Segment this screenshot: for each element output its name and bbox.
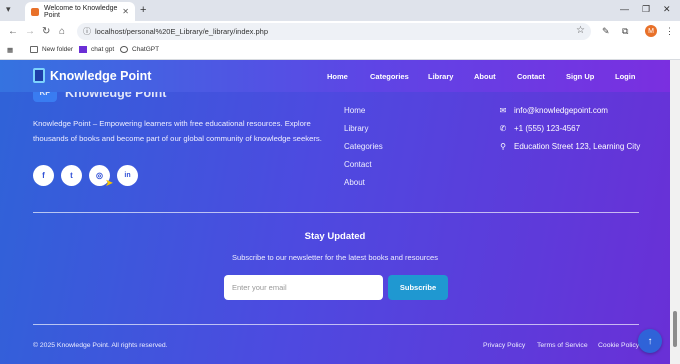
contact-phone: ✆ +1 (555) 123-4567 <box>499 124 581 133</box>
bookmarks-bar: ▦ New folder chat gpt ChatGPT <box>0 42 680 60</box>
nav-login[interactable]: Login <box>615 72 635 81</box>
site-navbar: Knowledge Point Home Categories Library … <box>0 60 670 92</box>
close-tab-icon[interactable]: ✕ <box>122 7 129 16</box>
footer-link-categories[interactable]: Categories <box>344 142 383 151</box>
terms-of-service-link[interactable]: Terms of Service <box>537 342 588 349</box>
facebook-icon[interactable]: f <box>33 165 54 186</box>
tab-search-icon[interactable]: ▾ <box>6 4 11 15</box>
footer-link-library[interactable]: Library <box>344 124 368 133</box>
url-text: localhost/personal%20E_Library/e_library… <box>95 27 269 36</box>
page-scrollbar[interactable] <box>670 60 680 364</box>
footer-divider <box>33 212 639 213</box>
footer-divider-bottom <box>33 324 639 325</box>
minimize-icon[interactable]: — <box>620 4 629 14</box>
page-viewport: Knowledge Point Home Categories Library … <box>0 60 680 364</box>
envelope-icon: ✉ <box>499 106 507 115</box>
new-tab-icon[interactable]: + <box>140 4 146 16</box>
footer-link-home[interactable]: Home <box>344 106 365 115</box>
twitter-icon[interactable]: t <box>61 165 82 186</box>
apps-icon[interactable]: ▦ <box>7 46 13 54</box>
extensions-icon[interactable]: ⧉ <box>622 26 628 37</box>
contact-address: ⚲ Education Street 123, Learning City <box>500 142 641 151</box>
copyright-text: © 2025 Knowledge Point. All rights reser… <box>33 342 168 349</box>
close-window-icon[interactable]: ✕ <box>663 4 671 15</box>
browser-tab-strip: ▾ Welcome to Knowledge Point ✕ + — ❐ ✕ <box>0 0 680 21</box>
bookmark-favicon-icon <box>79 46 87 53</box>
book-icon <box>33 68 45 83</box>
privacy-policy-link[interactable]: Privacy Policy <box>483 342 525 349</box>
chatgpt-icon <box>120 46 128 53</box>
contact-email: ✉ info@knowledgepoint.com <box>499 106 608 115</box>
nav-sign-up[interactable]: Sign Up <box>566 72 594 81</box>
pen-extension-icon[interactable]: ✎ <box>602 26 610 37</box>
subscribe-button[interactable]: Subscribe <box>388 275 448 300</box>
url-input[interactable]: ⓘ localhost/personal%20E_Library/e_libra… <box>77 23 591 40</box>
maximize-icon[interactable]: ❐ <box>642 4 650 15</box>
nav-contact[interactable]: Contact <box>517 72 545 81</box>
bookmark-star-icon[interactable]: ☆ <box>576 25 585 36</box>
address-bar-row: ← → ↻ ⌂ ⓘ localhost/personal%20E_Library… <box>0 21 680 42</box>
footer-link-contact[interactable]: Contact <box>344 160 372 169</box>
newsletter-email-input[interactable] <box>224 275 383 300</box>
profile-avatar[interactable]: M <box>645 25 657 37</box>
map-pin-icon: ⚲ <box>500 142 506 151</box>
linkedin-icon[interactable]: in <box>117 165 138 186</box>
bookmark-chatgpt[interactable]: ChatGPT <box>120 46 159 53</box>
footer-link-about[interactable]: About <box>344 178 365 187</box>
nav-categories[interactable]: Categories <box>370 72 409 81</box>
brand-name: Knowledge Point <box>50 68 152 83</box>
newsletter-subtitle: Subscribe to our newsletter for the late… <box>232 253 438 262</box>
browser-tab[interactable]: Welcome to Knowledge Point ✕ <box>25 2 135 21</box>
favicon-icon <box>31 7 39 16</box>
site-info-icon[interactable]: ⓘ <box>83 26 91 37</box>
site-brand[interactable]: Knowledge Point <box>33 68 151 83</box>
back-icon[interactable]: ← <box>8 26 18 37</box>
home-icon[interactable]: ⌂ <box>59 26 65 37</box>
scroll-to-top-button[interactable]: ↑ <box>638 329 662 353</box>
nav-library[interactable]: Library <box>428 72 453 81</box>
folder-icon <box>30 46 38 53</box>
bookmark-chat-gpt[interactable]: chat gpt <box>79 46 114 53</box>
cookie-policy-link[interactable]: Cookie Policy <box>598 342 639 349</box>
scrollbar-thumb[interactable] <box>673 311 677 347</box>
footer-about-text: Knowledge Point – Empowering learners wi… <box>33 119 322 143</box>
reload-icon[interactable]: ↻ <box>42 26 50 37</box>
mouse-cursor-icon: ➤ <box>105 178 114 189</box>
bookmark-new-folder[interactable]: New folder <box>30 46 73 53</box>
nav-home[interactable]: Home <box>327 72 348 81</box>
menu-icon[interactable]: ⋮ <box>665 26 674 37</box>
phone-icon: ✆ <box>499 124 507 133</box>
nav-about[interactable]: About <box>474 72 496 81</box>
newsletter-title: Stay Updated <box>304 231 366 242</box>
arrow-up-icon: ↑ <box>647 335 653 347</box>
forward-icon[interactable]: → <box>25 26 35 37</box>
